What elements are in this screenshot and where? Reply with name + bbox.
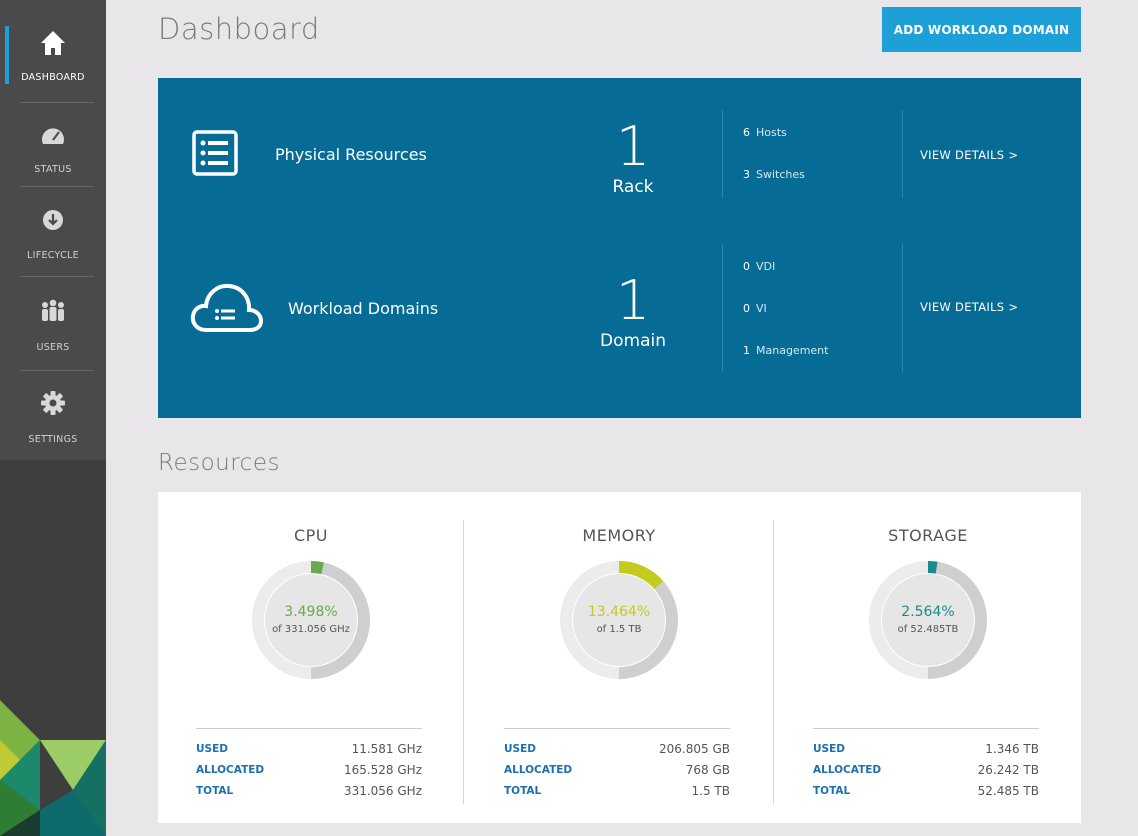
cloud-icon xyxy=(190,283,264,332)
workload-domains-title: Workload Domains xyxy=(288,299,439,318)
add-workload-domain-button[interactable]: ADD WORKLOAD DOMAIN xyxy=(882,7,1081,52)
switches-stat: 3 Switches xyxy=(743,168,805,181)
divider xyxy=(902,244,903,372)
brand-triangles-logo xyxy=(0,700,106,836)
sidebar-item-status[interactable]: STATUS xyxy=(0,92,106,182)
usage-donut-chart xyxy=(869,561,987,679)
metric-value: 1.5 TB xyxy=(691,784,730,798)
sidebar: DASHBOARD STATUS LIFECYCLE USERS SETTING… xyxy=(0,0,106,836)
physical-resources-row: Physical Resources 1 Rack 6 Hosts 3 Switch… xyxy=(158,78,1081,228)
donut-center xyxy=(573,574,665,666)
sidebar-nav: DASHBOARD STATUS LIFECYCLE USERS SETTING… xyxy=(0,0,106,460)
list-icon xyxy=(192,130,238,176)
divider xyxy=(902,110,903,198)
resources-panel: CPU 3.498% of 331.056 GHz USED 11.581 GHz ALL… xyxy=(158,492,1081,823)
resource-card-cpu: CPU 3.498% of 331.056 GHz USED 11.581 GHz ALL… xyxy=(158,492,464,823)
vi-stat: 0 VI xyxy=(743,302,767,315)
page-title: Dashboard xyxy=(158,12,320,46)
divider xyxy=(773,520,774,804)
divider xyxy=(504,728,730,729)
sidebar-item-settings[interactable]: SETTINGS xyxy=(0,362,106,452)
resource-card-storage: STORAGE 2.564% of 52.485TB USED 1.346 TB ALLO… xyxy=(775,492,1081,823)
physical-view-details-link[interactable]: VIEW DETAILS > xyxy=(920,148,1018,162)
metric-label: TOTAL xyxy=(813,785,851,797)
metric-value: 331.056 GHz xyxy=(343,784,422,798)
metric-label: ALLOCATED xyxy=(813,764,882,776)
divider xyxy=(813,728,1039,729)
metric-value: 11.581 GHz xyxy=(351,742,422,756)
rack-count: 1 xyxy=(615,115,651,178)
metric-label: ALLOCATED xyxy=(504,764,573,776)
rack-unit: Rack xyxy=(612,177,654,197)
usage-donut-chart xyxy=(252,561,370,679)
usage-capacity: of 331.056 GHz xyxy=(272,624,350,635)
resource-card-memory: MEMORY 13.464% of 1.5 TB USED 206.805 GB ALLO… xyxy=(466,492,772,823)
sidebar-item-dashboard[interactable]: DASHBOARD xyxy=(0,0,106,90)
resource-card-title: STORAGE xyxy=(888,526,968,545)
metric-label: USED xyxy=(196,743,228,755)
metric-value: 165.528 GHz xyxy=(343,763,422,777)
home-icon xyxy=(41,31,65,55)
metric-label: USED xyxy=(504,743,536,755)
divider xyxy=(196,728,422,729)
divider xyxy=(722,244,723,372)
metric-label: TOTAL xyxy=(196,785,234,797)
metric-label: USED xyxy=(813,743,845,755)
donut-center xyxy=(882,574,974,666)
sidebar-item-label: DASHBOARD xyxy=(21,72,85,83)
metric-value: 768 GB xyxy=(685,763,730,777)
usage-percent: 2.564% xyxy=(901,604,955,620)
sidebar-item-label: SETTINGS xyxy=(28,434,78,445)
resource-card-title: MEMORY xyxy=(582,526,656,545)
domain-unit: Domain xyxy=(600,331,666,351)
metric-value: 26.242 TB xyxy=(977,763,1039,777)
donut-center xyxy=(265,574,357,666)
workload-view-details-link[interactable]: VIEW DETAILS > xyxy=(920,300,1018,314)
gear-icon xyxy=(41,391,65,415)
divider xyxy=(722,110,723,198)
metric-label: TOTAL xyxy=(504,785,542,797)
download-icon xyxy=(43,210,63,230)
sidebar-item-label: STATUS xyxy=(34,164,72,175)
usage-donut-chart xyxy=(560,561,678,679)
sidebar-item-label: LIFECYCLE xyxy=(27,250,79,261)
summary-panel: Physical Resources 1 Rack 6 Hosts 3 Switch… xyxy=(158,78,1081,418)
domain-count: 1 xyxy=(615,269,651,332)
sidebar-item-users[interactable]: USERS xyxy=(0,270,106,360)
usage-capacity: of 1.5 TB xyxy=(596,624,642,635)
metric-value: 1.346 TB xyxy=(985,742,1039,756)
usage-capacity: of 52.485TB xyxy=(897,624,959,635)
sidebar-item-label: USERS xyxy=(36,342,70,353)
hosts-stat: 6 Hosts xyxy=(743,126,787,139)
gauge-icon xyxy=(42,128,65,144)
usage-percent: 3.498% xyxy=(284,604,338,620)
resource-card-title: CPU xyxy=(293,526,329,545)
workload-domains-row: Workload Domains 1 Domain 0 VDI 0 VI 1 Mana… xyxy=(158,228,1081,418)
management-stat: 1 Management xyxy=(743,344,829,357)
metric-label: ALLOCATED xyxy=(196,764,265,776)
metric-value: 206.805 GB xyxy=(659,742,730,756)
divider xyxy=(463,520,464,804)
sidebar-item-lifecycle[interactable]: LIFECYCLE xyxy=(0,178,106,268)
resources-title: Resources xyxy=(158,450,280,476)
usage-percent: 13.464% xyxy=(587,604,651,620)
users-icon xyxy=(42,299,64,321)
physical-resources-title: Physical Resources xyxy=(275,145,427,164)
vdi-stat: 0 VDI xyxy=(743,260,776,273)
metric-value: 52.485 TB xyxy=(977,784,1039,798)
